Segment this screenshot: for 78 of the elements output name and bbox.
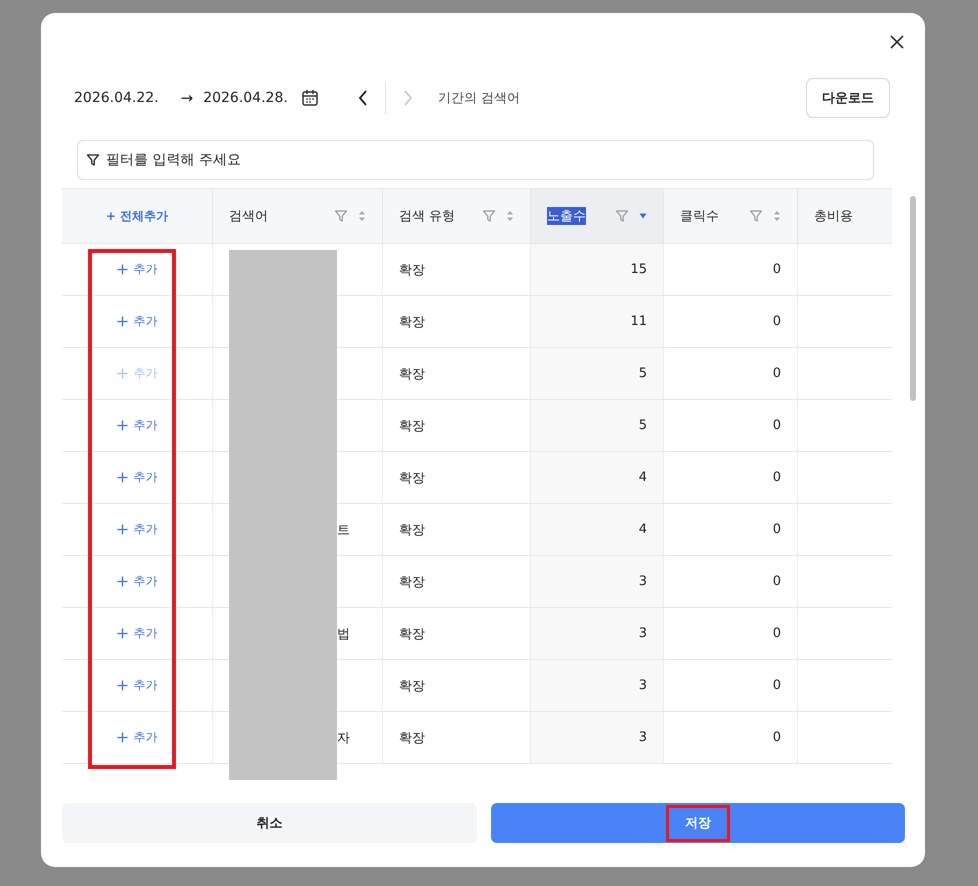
table-cell: 3 [638, 574, 647, 589]
column-header[interactable]: 검색 유형 [399, 207, 456, 225]
filter-icon[interactable] [334, 209, 348, 223]
table-cell: 0 [772, 470, 781, 485]
plus-icon [116, 732, 128, 743]
table-cell: 3 [638, 678, 647, 693]
table-cell: 3 [638, 626, 647, 641]
table-cell: 0 [772, 678, 781, 693]
table-cell: 4 [638, 522, 647, 537]
plus-icon [116, 628, 128, 639]
add-button[interactable]: 추가 [116, 625, 158, 642]
plus-icon [116, 680, 128, 691]
table-cell: 0 [772, 574, 781, 589]
table-cell: 0 [772, 418, 781, 433]
period-caption: 기간의 검색어 [438, 90, 520, 107]
column-header[interactable]: 노출수 [547, 207, 586, 225]
plus-icon [116, 472, 128, 483]
column-header[interactable]: 클릭수 [680, 207, 719, 225]
table-cell: 4 [638, 470, 647, 485]
sort-icon[interactable] [358, 210, 366, 222]
table-cell: 0 [772, 522, 781, 537]
table-cell-text: 확장 [399, 418, 425, 434]
plus-icon [116, 264, 128, 275]
filter-icon[interactable] [482, 209, 496, 223]
cancel-button[interactable]: 취소 [62, 803, 476, 843]
add-button[interactable]: 추가 [116, 573, 158, 590]
table-cell-text: 확장 [399, 730, 425, 746]
table-cell-text: 확장 [399, 522, 425, 538]
table-cell-text: 확장 [399, 262, 425, 278]
table-cell-text: 확장 [399, 366, 425, 382]
keyword-text: 트 [337, 522, 350, 538]
previous-icon[interactable] [356, 89, 369, 107]
table-cell-text: 확장 [399, 574, 425, 590]
table-cell-text: 확장 [399, 314, 425, 330]
end-date[interactable]: 2026.04.28. [203, 90, 288, 106]
start-date[interactable]: 2026.04.22. [74, 90, 159, 106]
range-arrow: → [180, 89, 194, 107]
table-cell: 0 [772, 730, 781, 745]
table-cell: 0 [772, 366, 781, 381]
sort-descending-icon[interactable] [639, 213, 647, 219]
filter-field[interactable]: 필터를 입력해 주세요 [77, 140, 874, 180]
add-button[interactable]: 추가 [116, 729, 158, 746]
plus-icon [116, 368, 128, 379]
add-button[interactable]: 추가 [116, 417, 158, 434]
table-cell-text: 확장 [399, 626, 425, 642]
table-cell: 5 [638, 418, 647, 433]
add-button[interactable]: 추가 [116, 313, 158, 330]
download-button[interactable]: 다운로드 [806, 78, 890, 118]
sort-icon[interactable] [506, 210, 514, 222]
add-button[interactable]: 추가 [116, 469, 158, 486]
keyword-text: 자 [337, 730, 350, 746]
add-button[interactable]: 추가 [116, 677, 158, 694]
filter-icon [86, 153, 100, 167]
table-cell: 11 [630, 314, 647, 329]
column-header[interactable]: 총비용 [814, 207, 853, 225]
add-all-button[interactable]: + 전체추가 [106, 208, 168, 224]
sort-icon[interactable] [773, 210, 781, 222]
keyword-text: 법 [337, 626, 350, 642]
close-icon[interactable] [889, 34, 905, 50]
plus-icon [116, 420, 128, 431]
table-cell: 0 [772, 626, 781, 641]
plus-icon [116, 576, 128, 587]
table-cell: 0 [772, 314, 781, 329]
table-cell-text: 확장 [399, 470, 425, 486]
filter-icon[interactable] [615, 209, 629, 223]
table-cell-text: 확장 [399, 678, 425, 694]
save-button[interactable]: 저장 [490, 803, 905, 843]
plus-icon [116, 524, 128, 535]
calendar-icon[interactable] [300, 89, 319, 107]
add-button[interactable]: 추가 [116, 521, 158, 538]
table-cell: 15 [630, 262, 647, 277]
table-cell: 5 [638, 366, 647, 381]
table-cell: 0 [772, 262, 781, 277]
add-button[interactable]: 추가 [116, 261, 158, 278]
column-header[interactable]: 검색어 [229, 207, 268, 225]
plus-icon [116, 316, 128, 327]
table-cell: 3 [638, 730, 647, 745]
filter-icon[interactable] [749, 209, 763, 223]
